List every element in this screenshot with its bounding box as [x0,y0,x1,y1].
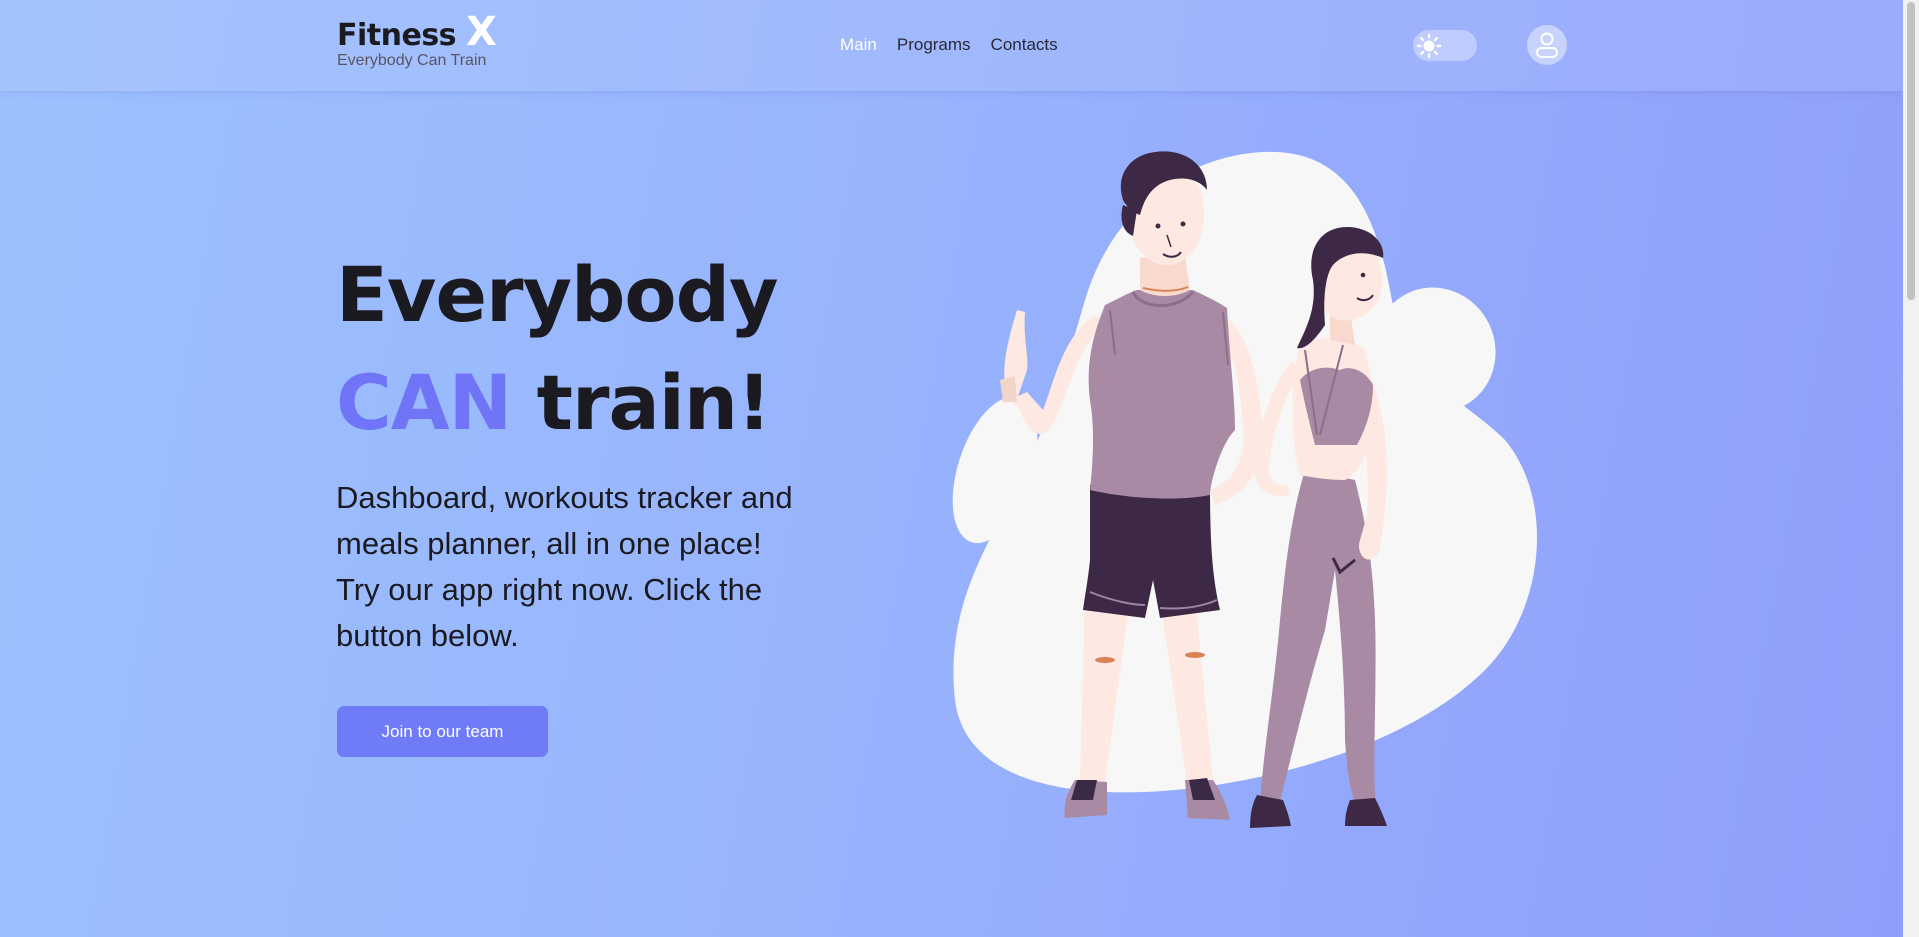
nav-main[interactable]: Main [840,35,877,55]
hero-title-rest: train! [536,358,772,447]
join-team-button[interactable]: Join to our team [337,706,548,757]
scrollbar-thumb[interactable] [1907,2,1915,300]
nav-programs[interactable]: Programs [897,35,971,55]
hero-title-line1: Everybody [336,250,779,339]
logo-mark: X [466,9,497,55]
landing-page: Fitness X Everybody Can Train Main Progr… [0,0,1903,937]
vertical-scrollbar[interactable] [1903,0,1919,937]
hero-title-line2: CAN train! [336,353,778,453]
hero-title-accent: CAN [336,358,512,447]
top-header: Fitness X Everybody Can Train Main Progr… [0,0,1903,91]
fitness-couple-illustration [952,151,1538,828]
logo[interactable]: Fitness X Everybody Can Train [337,9,497,70]
logo-tagline: Everybody Can Train [337,52,487,69]
user-icon [1536,32,1558,58]
sun-icon [1413,30,1444,61]
main-nav: Main Programs Contacts [840,35,1058,55]
theme-toggle[interactable] [1413,30,1477,61]
profile-button[interactable] [1527,25,1567,65]
logo-name: Fitness [337,18,457,53]
hero-description: Dashboard, workouts tracker and meals pl… [336,480,793,653]
logo-title: Fitness X [337,9,497,56]
nav-contacts[interactable]: Contacts [991,35,1058,55]
hero-title: Everybody CAN train! [336,245,779,453]
